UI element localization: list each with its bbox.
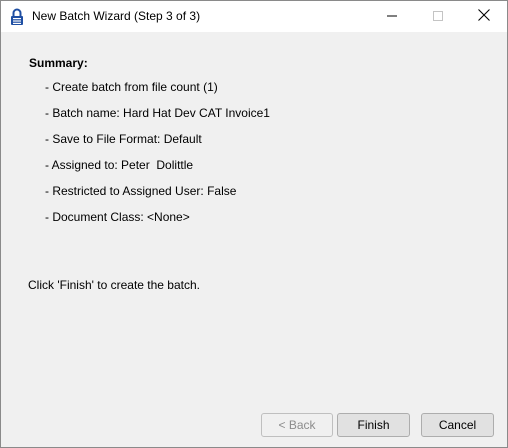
- cancel-button[interactable]: Cancel: [421, 413, 494, 437]
- wizard-content: Summary: - Create batch from file count …: [1, 32, 507, 447]
- summary-heading: Summary:: [29, 56, 88, 70]
- wizard-window: New Batch Wizard (Step 3 of 3) Summary: …: [0, 0, 508, 448]
- summary-line-assigned-to: - Assigned to: Peter Dolittle: [45, 158, 194, 172]
- finish-button[interactable]: Finish: [337, 413, 410, 437]
- maximize-icon: [433, 8, 443, 26]
- summary-line-batch-name: - Batch name: Hard Hat Dev CAT Invoice1: [45, 106, 270, 120]
- title-bar[interactable]: New Batch Wizard (Step 3 of 3): [1, 1, 507, 32]
- window-title: New Batch Wizard (Step 3 of 3): [32, 9, 201, 23]
- maximize-button: [415, 1, 461, 32]
- close-icon: [478, 8, 490, 26]
- summary-line-file-format: - Save to File Format: Default: [45, 132, 202, 146]
- padlock-icon: [10, 8, 24, 26]
- summary-line-document-class: - Document Class: <None>: [45, 210, 190, 224]
- minimize-button[interactable]: [369, 1, 415, 32]
- summary-line-restricted: - Restricted to Assigned User: False: [45, 184, 237, 198]
- summary-line-file-count: - Create batch from file count (1): [45, 80, 218, 94]
- finish-instruction: Click 'Finish' to create the batch.: [28, 278, 200, 292]
- close-button[interactable]: [461, 1, 507, 32]
- minimize-icon: [387, 8, 397, 26]
- back-button: < Back: [261, 413, 333, 437]
